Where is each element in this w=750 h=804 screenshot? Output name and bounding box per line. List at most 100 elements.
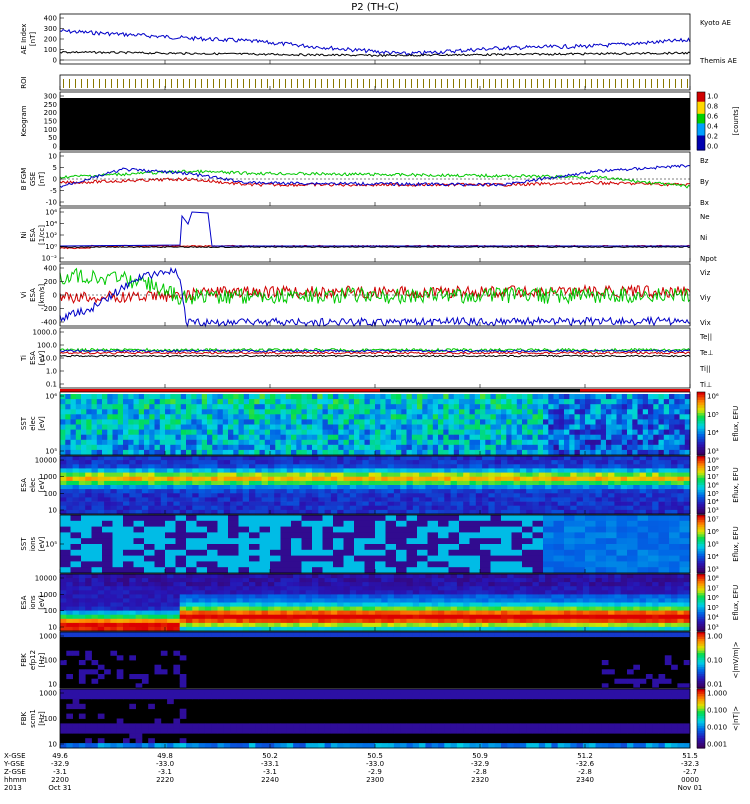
spectrogram-cell xyxy=(428,394,434,400)
spectrogram-cell xyxy=(160,430,166,436)
spectrogram-cell xyxy=(123,489,130,494)
spectrogram-cell xyxy=(65,445,71,451)
spectrogram-cell xyxy=(338,425,344,431)
y-tick-label: 10⁵ xyxy=(45,448,57,456)
spectrogram-cell xyxy=(255,468,262,473)
spectrogram-cell xyxy=(170,419,176,425)
spectrogram-cell xyxy=(207,521,218,527)
panel-ylabel: ESA xyxy=(29,288,37,302)
spectrogram-cell xyxy=(296,425,302,431)
spectrogram-cell xyxy=(413,489,420,494)
spectrogram-cell xyxy=(533,556,544,562)
spectrogram-cell xyxy=(627,477,634,482)
spectrogram-cell xyxy=(386,419,392,425)
spectrogram-cell xyxy=(401,419,407,425)
spectrogram-cell xyxy=(507,603,514,608)
spectrogram-cell xyxy=(354,521,365,527)
spectrogram-cell xyxy=(419,502,426,507)
spectrogram-cell xyxy=(501,556,512,562)
spectrogram-cell xyxy=(148,506,155,511)
spectrogram-cell xyxy=(212,409,218,415)
spectrogram-cell xyxy=(396,440,402,446)
spectrogram-cell xyxy=(640,464,647,469)
spectrogram-cell xyxy=(211,598,218,603)
spectrogram-cell xyxy=(652,485,659,490)
spectrogram-cell xyxy=(199,619,206,624)
spectrogram-cell xyxy=(459,450,465,456)
spectrogram-cell xyxy=(538,440,544,446)
spectrogram-cell xyxy=(470,399,476,405)
spectrogram-cell xyxy=(627,445,633,451)
spectrogram-cell xyxy=(419,615,426,620)
spectrogram-cell xyxy=(438,497,445,502)
spectrogram-cell xyxy=(60,481,67,486)
spectrogram-cell xyxy=(110,598,117,603)
spectrogram-cell xyxy=(356,464,363,469)
spectrogram-cell xyxy=(407,502,414,507)
spectrogram-cell xyxy=(123,477,130,482)
spectrogram-cell xyxy=(417,404,423,410)
spectrogram-cell xyxy=(564,473,571,478)
spectrogram-cell xyxy=(286,414,292,420)
spectrogram-cell xyxy=(218,607,225,612)
spectrogram-cell xyxy=(286,419,292,425)
spectrogram-cell xyxy=(230,623,237,628)
spectrogram-cell xyxy=(161,473,168,478)
spectrogram-cell xyxy=(218,468,225,473)
spectrogram-cell xyxy=(564,409,570,415)
spectrogram-cell xyxy=(617,550,628,556)
spectrogram-cell xyxy=(608,485,615,490)
spectrogram-cell xyxy=(539,615,546,620)
spectrogram-cell xyxy=(512,404,518,410)
spectrogram-cell xyxy=(281,468,288,473)
spectrogram-cell xyxy=(606,440,612,446)
spectrogram-cell xyxy=(306,506,313,511)
spectrogram-cell xyxy=(564,567,575,573)
spectrogram-cell xyxy=(139,409,145,415)
spectrogram-cell xyxy=(113,567,124,573)
spectrogram-cell xyxy=(97,399,103,405)
spectrogram-cell xyxy=(211,468,218,473)
spectrogram-cell xyxy=(102,394,108,400)
roi-tick xyxy=(645,79,646,88)
spectrogram-cell xyxy=(412,399,418,405)
spectrogram-cell xyxy=(548,419,554,425)
spectrogram-cell xyxy=(354,419,360,425)
spectrogram-cell xyxy=(514,598,521,603)
spectrogram-cell xyxy=(463,615,470,620)
spectrogram-cell xyxy=(417,521,428,527)
spectrogram-cell xyxy=(299,506,306,511)
spectrogram-cell xyxy=(665,468,672,473)
spectrogram-cell xyxy=(638,561,649,567)
spectrogram-cell xyxy=(443,450,449,456)
spectrogram-cell xyxy=(224,477,231,482)
spectrogram-cell xyxy=(425,473,432,478)
spectrogram-cell xyxy=(211,506,218,511)
spectrogram-cell xyxy=(270,556,281,562)
spectrogram-cell xyxy=(218,619,225,624)
spectrogram-cell xyxy=(92,598,99,603)
spectrogram-cell xyxy=(413,456,420,461)
spectrogram-cell xyxy=(233,445,239,451)
spectrogram-cell xyxy=(463,603,470,608)
spectrogram-cell xyxy=(71,409,77,415)
spectrogram-cell xyxy=(117,493,124,498)
spectrogram-cell xyxy=(192,607,199,612)
spectrogram-cell xyxy=(438,515,449,521)
spectrogram-cell xyxy=(142,598,149,603)
spectrogram-cell xyxy=(580,440,586,446)
spectrogram-cell xyxy=(312,460,319,465)
spectrogram-cell xyxy=(98,485,105,490)
spectrogram-cell xyxy=(243,611,250,616)
spectrogram-cell xyxy=(337,473,344,478)
spectrogram-cell xyxy=(136,464,143,469)
spectrogram-cell xyxy=(165,544,176,550)
spectrogram-cell xyxy=(136,578,143,583)
spectrogram-cell xyxy=(362,578,369,583)
spectrogram-cell xyxy=(501,603,508,608)
spectrogram-cell xyxy=(98,582,105,587)
spectrogram-cell xyxy=(449,538,460,544)
spectrogram-cell xyxy=(417,538,428,544)
spectrogram-cell xyxy=(606,404,612,410)
roi-tick xyxy=(591,79,592,88)
